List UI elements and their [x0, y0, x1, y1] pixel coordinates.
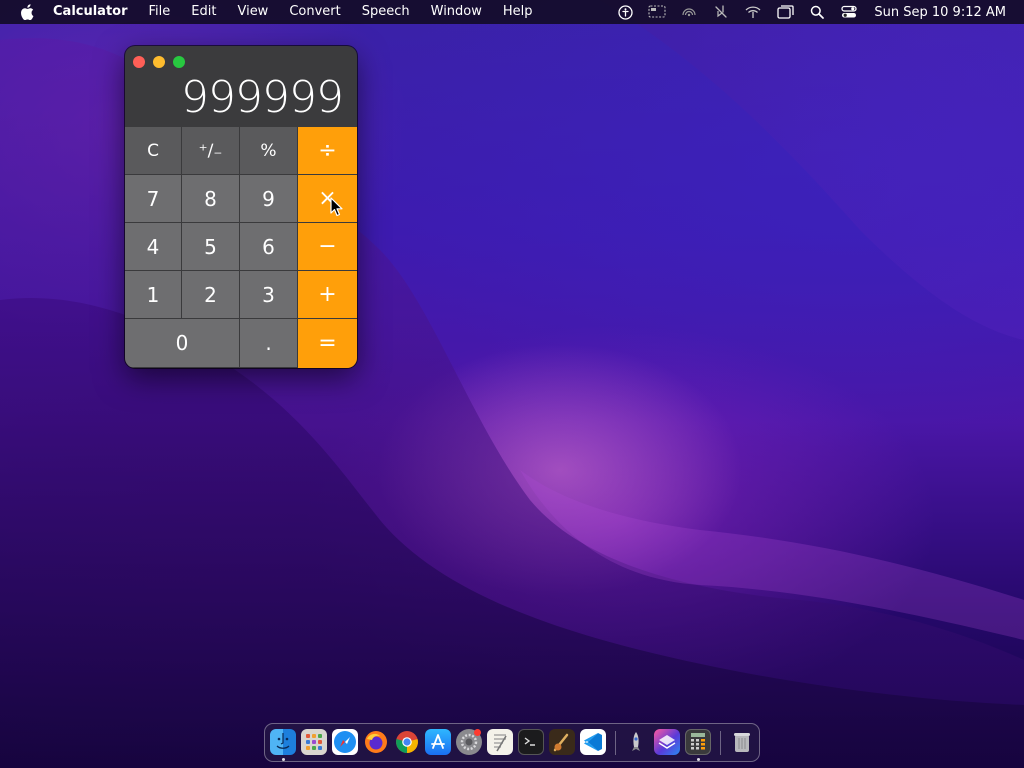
menu-convert[interactable]: Convert — [289, 0, 340, 24]
airdrop-icon[interactable] — [680, 4, 698, 20]
menu-clock[interactable]: Sun Sep 10 9:12 AM — [874, 5, 1006, 20]
trash-icon[interactable] — [729, 729, 755, 755]
calculator-window: 999999 C ⁺∕₋ % ÷ 7 8 9 × 4 5 6 − 1 2 3 +… — [125, 46, 357, 368]
digit-8-button[interactable]: 8 — [182, 175, 240, 223]
subtract-button[interactable]: − — [298, 223, 357, 271]
menu-bar: Calculator File Edit View Convert Speech… — [0, 0, 1024, 24]
clear-button[interactable]: C — [125, 127, 182, 175]
sign-toggle-button[interactable]: ⁺∕₋ — [182, 127, 240, 175]
screen-mirroring-icon[interactable] — [648, 4, 666, 20]
decimal-button[interactable]: . — [240, 319, 298, 368]
menu-calculator[interactable]: Calculator — [53, 0, 128, 24]
launchpad-icon[interactable] — [301, 729, 327, 755]
keypad: C ⁺∕₋ % ÷ 7 8 9 × 4 5 6 − 1 2 3 + 0 . = — [125, 127, 357, 368]
digit-6-button[interactable]: 6 — [240, 223, 298, 271]
accessibility-icon[interactable] — [616, 4, 634, 20]
terminal-icon[interactable] — [518, 729, 544, 755]
menu-speech[interactable]: Speech — [362, 0, 410, 24]
digit-2-button[interactable]: 2 — [182, 271, 240, 319]
textedit-icon[interactable] — [487, 729, 513, 755]
control-center-icon[interactable] — [840, 4, 858, 20]
search-icon[interactable] — [808, 4, 826, 20]
divide-button[interactable]: ÷ — [298, 127, 357, 175]
digit-3-button[interactable]: 3 — [240, 271, 298, 319]
safari-icon[interactable] — [332, 729, 358, 755]
finder-icon[interactable] — [270, 729, 296, 755]
calculator-icon[interactable] — [685, 729, 711, 755]
layers-app-icon[interactable] — [654, 729, 680, 755]
notification-badge — [474, 729, 481, 736]
dock-separator — [615, 731, 616, 755]
menu-window[interactable]: Window — [431, 0, 482, 24]
rocket-icon[interactable] — [623, 729, 649, 755]
mouse-pointer-icon — [330, 197, 343, 217]
app-store-icon[interactable] — [425, 729, 451, 755]
digit-5-button[interactable]: 5 — [182, 223, 240, 271]
status-area: Sun Sep 10 9:12 AM — [616, 0, 1024, 24]
add-button[interactable]: + — [298, 271, 357, 319]
window-icon[interactable] — [776, 4, 794, 20]
multiply-button[interactable]: × — [298, 175, 357, 223]
chrome-icon[interactable] — [394, 729, 420, 755]
equals-button[interactable]: = — [298, 319, 357, 368]
vscode-icon[interactable] — [580, 729, 606, 755]
digit-0-button[interactable]: 0 — [125, 319, 240, 368]
wifi-icon[interactable] — [744, 4, 762, 20]
dock — [264, 723, 760, 762]
digit-4-button[interactable]: 4 — [125, 223, 182, 271]
dock-separator — [720, 731, 721, 755]
menu-help[interactable]: Help — [503, 0, 533, 24]
close-button[interactable] — [133, 56, 145, 68]
apple-logo-icon[interactable] — [19, 4, 35, 20]
firefox-icon[interactable] — [363, 729, 389, 755]
digit-9-button[interactable]: 9 — [240, 175, 298, 223]
minimize-button[interactable] — [153, 56, 165, 68]
digit-1-button[interactable]: 1 — [125, 271, 182, 319]
mute-icon[interactable] — [712, 4, 730, 20]
menu-edit[interactable]: Edit — [191, 0, 216, 24]
menu-file[interactable]: File — [149, 0, 171, 24]
menu-view[interactable]: View — [237, 0, 268, 24]
instruments-icon[interactable] — [549, 729, 575, 755]
digit-7-button[interactable]: 7 — [125, 175, 182, 223]
finder-running-indicator — [282, 758, 285, 761]
calculator-display: 999999 — [181, 72, 344, 123]
percent-button[interactable]: % — [240, 127, 298, 175]
calculator-running-indicator — [697, 758, 700, 761]
zoom-button[interactable] — [173, 56, 185, 68]
